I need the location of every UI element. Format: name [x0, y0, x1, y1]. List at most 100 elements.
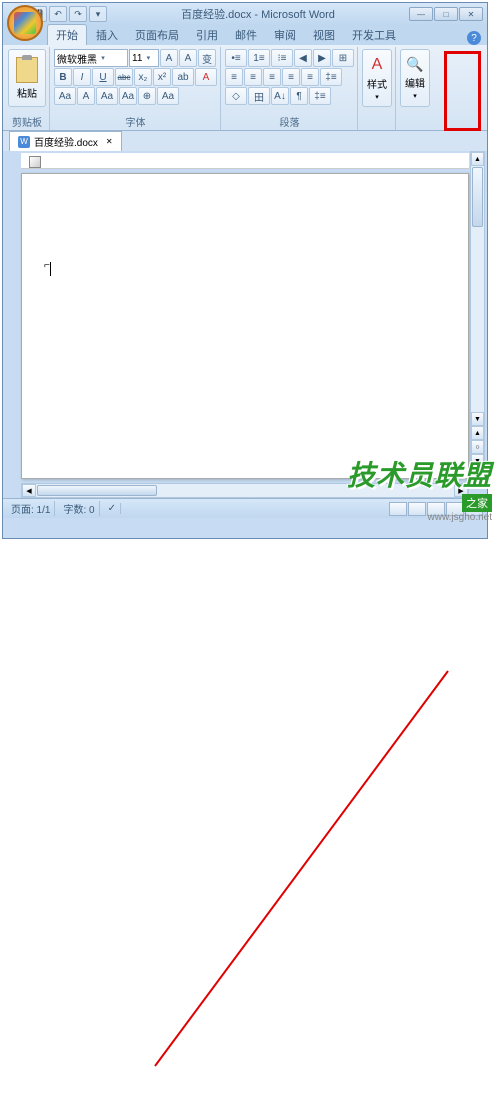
tab-view[interactable]: 视图 — [305, 25, 343, 45]
group-font-label: 字体 — [54, 113, 217, 130]
window-title: 百度经验.docx - Microsoft Word — [107, 6, 409, 22]
chevron-down-icon: ▾ — [413, 92, 417, 100]
char-shading-button[interactable]: Aa — [96, 87, 118, 105]
indent-inc-button[interactable]: ▶ — [313, 49, 331, 67]
anchor-icon: ⌐ — [44, 260, 50, 271]
scroll-left-button[interactable]: ◀ — [22, 484, 36, 497]
font-size-value: 11 — [132, 53, 142, 64]
paste-label: 粘贴 — [17, 85, 37, 100]
vertical-scrollbar[interactable]: ▲ ▼ ▲ ○ ▼ — [470, 151, 485, 469]
change-case-button[interactable]: Aa — [54, 87, 76, 105]
qat-undo[interactable]: ↶ — [49, 6, 67, 22]
chevron-down-icon: ▾ — [97, 54, 109, 62]
align-justify-button[interactable]: ≡ — [282, 68, 300, 86]
chevron-down-icon: ▾ — [142, 54, 154, 62]
watermark-sub: 之家 — [462, 494, 492, 512]
shrink-font-button[interactable]: A — [179, 49, 197, 67]
bold-button[interactable]: B — [54, 68, 72, 86]
shading-button[interactable]: ◇ — [225, 87, 247, 105]
scroll-down-button[interactable]: ▼ — [471, 412, 484, 426]
document-tabs: W 百度经验.docx ✕ — [3, 131, 487, 151]
document-page[interactable]: ⌐ — [21, 173, 469, 479]
binoculars-icon: 🔍 — [406, 56, 423, 73]
font-name-combo[interactable]: 微软雅黑 ▾ — [54, 49, 128, 67]
scroll-thumb[interactable] — [472, 167, 483, 227]
tab-home[interactable]: 开始 — [47, 24, 87, 45]
font-name-value: 微软雅黑 — [57, 51, 97, 66]
group-editing-label — [400, 117, 430, 130]
styles-button[interactable]: A 样式 ▾ — [362, 49, 392, 107]
para-extra-button[interactable]: ‡≡ — [309, 87, 331, 105]
superscript-button[interactable]: x² — [153, 68, 171, 86]
doc-tab-active[interactable]: W 百度经验.docx ✕ — [9, 131, 122, 151]
close-tab-icon[interactable]: ✕ — [106, 137, 113, 146]
strike-button[interactable]: abc — [115, 68, 133, 86]
tab-developer[interactable]: 开发工具 — [344, 25, 404, 45]
watermark-main: 技术员联盟 — [347, 454, 492, 494]
watermark: 技术员联盟 之家 www.jsgho.net — [347, 454, 492, 523]
group-editing: 🔍 编辑 ▾ — [397, 47, 433, 130]
grow-font-button[interactable]: A — [160, 49, 178, 67]
highlight-button[interactable]: ab — [172, 68, 194, 86]
italic-button[interactable]: I — [73, 68, 91, 86]
align-left-button[interactable]: ≡ — [225, 68, 243, 86]
underline-button[interactable]: U — [92, 68, 114, 86]
help-icon[interactable]: ? — [467, 31, 481, 45]
group-clipboard: 粘贴 剪贴板 — [5, 47, 50, 130]
window-controls: — □ ✕ — [409, 7, 483, 21]
bullets-button[interactable]: •≡ — [225, 49, 247, 67]
status-page[interactable]: 页面: 1/1 — [7, 501, 55, 516]
paste-button[interactable]: 粘贴 — [8, 49, 46, 107]
snap-button[interactable]: ⊞ — [332, 49, 354, 67]
group-font: 微软雅黑 ▾ 11 ▾ A A 变 B I U abc x₂ — [51, 47, 221, 130]
phonetic-button[interactable]: 变 — [198, 49, 216, 67]
title-bar: 💾 ↶ ↷ ▾ 百度经验.docx - Microsoft Word — □ ✕ — [3, 3, 487, 25]
qat-redo[interactable]: ↷ — [69, 6, 87, 22]
line-spacing-button[interactable]: ‡≡ — [320, 68, 342, 86]
prev-page-button[interactable]: ▲ — [471, 426, 484, 440]
enclose-button[interactable]: ⊕ — [138, 87, 156, 105]
ribbon-tabs: 开始 插入 页面布局 引用 邮件 审阅 视图 开发工具 ? — [3, 25, 487, 45]
multilevel-button[interactable]: ⁝≡ — [271, 49, 293, 67]
font-color-button[interactable]: A — [195, 68, 217, 86]
align-center-button[interactable]: ≡ — [244, 68, 262, 86]
tab-mailings[interactable]: 邮件 — [227, 25, 265, 45]
scroll-thumb-h[interactable] — [37, 485, 157, 496]
distribute-button[interactable]: ≡ — [301, 68, 319, 86]
ribbon: 粘贴 剪贴板 微软雅黑 ▾ 11 ▾ A A 变 — [3, 45, 487, 131]
tab-review[interactable]: 审阅 — [266, 25, 304, 45]
editing-label: 编辑 — [405, 75, 425, 90]
text-cursor — [50, 262, 51, 276]
asian-layout-button[interactable]: Aa — [157, 87, 179, 105]
close-button[interactable]: ✕ — [459, 7, 483, 21]
browse-object-button[interactable]: ○ — [471, 440, 484, 454]
group-styles: A 样式 ▾ — [359, 47, 396, 130]
word-doc-icon: W — [18, 136, 30, 148]
tab-references[interactable]: 引用 — [188, 25, 226, 45]
office-button[interactable] — [7, 5, 43, 41]
status-proof[interactable]: ✓ — [104, 503, 121, 514]
numbering-button[interactable]: 1≡ — [248, 49, 270, 67]
char-border-button[interactable]: A — [77, 87, 95, 105]
show-marks-button[interactable]: ¶ — [290, 87, 308, 105]
maximize-button[interactable]: □ — [434, 7, 458, 21]
tab-insert[interactable]: 插入 — [88, 25, 126, 45]
editing-button[interactable]: 🔍 编辑 ▾ — [400, 49, 430, 107]
subscript-button[interactable]: x₂ — [134, 68, 152, 86]
group-paragraph: •≡ 1≡ ⁝≡ ◀ ▶ ⊞ ≡ ≡ ≡ ≡ ≡ ‡≡ ◇ 田 — [222, 47, 358, 130]
sort-button[interactable]: A↓ — [271, 87, 289, 105]
align-right-button[interactable]: ≡ — [263, 68, 281, 86]
horizontal-ruler[interactable] — [21, 153, 469, 169]
tab-layout[interactable]: 页面布局 — [127, 25, 187, 45]
clipboard-icon — [16, 57, 38, 83]
scroll-up-button[interactable]: ▲ — [471, 152, 484, 166]
status-words[interactable]: 字数: 0 — [59, 501, 99, 516]
indent-dec-button[interactable]: ◀ — [294, 49, 312, 67]
font-size-combo[interactable]: 11 ▾ — [129, 49, 159, 67]
minimize-button[interactable]: — — [409, 7, 433, 21]
styles-label: 样式 — [367, 76, 387, 91]
clear-format-button[interactable]: Aa — [119, 87, 137, 105]
annotation-arrow — [0, 541, 500, 1094]
borders-button[interactable]: 田 — [248, 87, 270, 105]
qat-customize[interactable]: ▾ — [89, 6, 107, 22]
